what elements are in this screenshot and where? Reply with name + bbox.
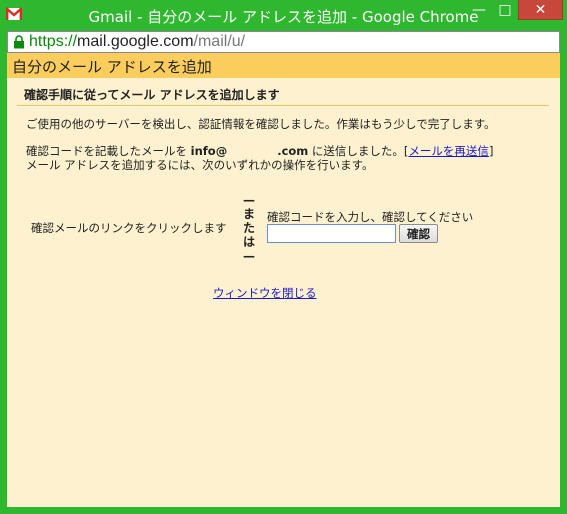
- maximize-button[interactable]: □: [492, 0, 518, 20]
- minimize-button[interactable]: —: [466, 0, 492, 20]
- sent-prefix: 確認コードを記載したメールを: [26, 144, 191, 158]
- or-dash-top: —: [243, 193, 255, 207]
- maximize-icon: □: [498, 2, 512, 18]
- click-link-option: 確認メールのリンクをクリックします: [31, 221, 227, 235]
- dialog-header: 自分のメール アドレスを追加: [7, 53, 560, 78]
- or-char-2: た: [242, 221, 255, 235]
- divider: [17, 105, 549, 106]
- confirm-button[interactable]: 確認: [399, 224, 438, 243]
- intro-text: ご使用の他のサーバーを検出し、認証情報を確認しました。作業はもう少しで完了します…: [26, 117, 496, 131]
- code-label: 確認コードを入力し、確認してください: [267, 210, 474, 224]
- title-bar[interactable]: Gmail - 自分のメール アドレスを追加 - Google Chrome —…: [0, 0, 567, 31]
- or-dash-bottom: —: [243, 249, 255, 263]
- close-window-link[interactable]: ウィンドウを閉じる: [213, 285, 317, 301]
- or-char-3: は: [242, 235, 255, 249]
- lock-icon: [14, 35, 24, 49]
- minimize-icon: —: [472, 2, 486, 18]
- browser-window: Gmail - 自分のメール アドレスを追加 - Google Chrome —…: [0, 0, 567, 514]
- dialog-title: 自分のメール アドレスを追加: [12, 58, 212, 76]
- url-path: /mail/u/: [193, 33, 246, 50]
- verification-code-input[interactable]: [267, 224, 396, 243]
- resend-email-link[interactable]: メールを再送信: [408, 144, 489, 158]
- sent-suffix: に送信しました。[: [308, 144, 409, 158]
- window-controls: — □ ✕: [466, 0, 563, 22]
- or-separator: — ま た は —: [242, 193, 256, 263]
- address-bar[interactable]: https://mail.google.com/mail/u/: [7, 31, 560, 53]
- or-char-1: ま: [242, 207, 255, 221]
- close-window-button[interactable]: ✕: [518, 0, 563, 20]
- instruction-text: メール アドレスを追加するには、次のいずれかの操作を行います。: [26, 158, 374, 172]
- url-text[interactable]: https://mail.google.com/mail/u/: [29, 33, 245, 51]
- dialog-content: 自分のメール アドレスを追加 確認手順に従ってメール アドレスを追加します ご使…: [7, 53, 560, 507]
- email-user: info@: [190, 144, 228, 158]
- url-host: mail.google.com: [77, 33, 194, 50]
- bracket-close: ]: [488, 144, 494, 158]
- close-icon: ✕: [534, 1, 547, 18]
- step-heading: 確認手順に従ってメール アドレスを追加します: [24, 88, 280, 102]
- email-domain: .com: [277, 144, 309, 158]
- url-scheme: https://: [29, 33, 78, 50]
